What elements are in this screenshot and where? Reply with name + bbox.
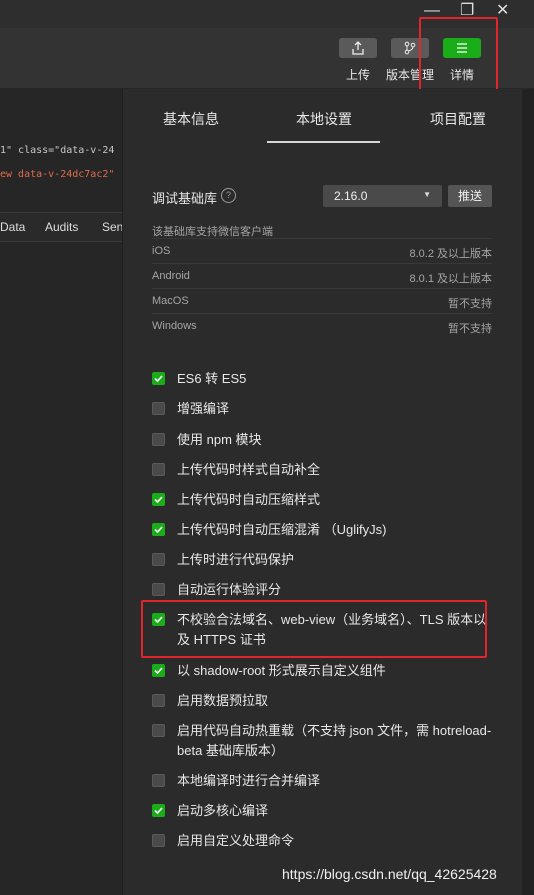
checkbox-checked[interactable]: [152, 804, 165, 817]
checkbox-checked[interactable]: [152, 523, 165, 536]
checkbox-unchecked[interactable]: [152, 583, 165, 596]
checkbox-unchecked[interactable]: [152, 553, 165, 566]
lib-version-select[interactable]: 2.16.0 ▼: [323, 185, 442, 207]
checkbox-unchecked[interactable]: [152, 463, 165, 476]
checkbox-unchecked[interactable]: [152, 402, 165, 415]
support-row: iOS 8.0.2 及以上版本: [152, 238, 492, 264]
devtools-tabs: Data Audits Sen: [0, 212, 123, 242]
upload-label: 上传: [345, 68, 370, 82]
option-label: 本地编译时进行合并编译: [177, 773, 321, 788]
support-version: 暂不支持: [448, 323, 492, 335]
support-title: 该基础库支持微信客户端: [152, 226, 273, 238]
close-icon[interactable]: ✕: [496, 2, 509, 20]
checkbox-unchecked[interactable]: [152, 724, 165, 737]
checkbox-unchecked[interactable]: [152, 774, 165, 787]
settings-panel: 基本信息 本地设置 项目配置 调试基础库 ? 2.16.0 ▼ 推送 该基础库支…: [122, 89, 523, 895]
option-label: 自动运行体验评分: [177, 582, 282, 597]
lib-version-value: 2.16.0: [334, 189, 368, 203]
devtools-tab-sensors[interactable]: Sen: [102, 220, 123, 234]
checkbox-unchecked[interactable]: [152, 433, 165, 446]
highlight-box-domain-check: [141, 600, 487, 658]
option-label: 上传代码时自动压缩样式: [177, 492, 321, 507]
devtools-tab-audits[interactable]: Audits: [45, 220, 78, 234]
option-label: ES6 转 ES5: [177, 371, 247, 386]
chevron-down-icon: ▼: [423, 190, 431, 199]
scrollbar[interactable]: [522, 89, 534, 895]
devtools-panel: 1" class="data-v-24 ew data-v-24dc7ac2" …: [0, 89, 123, 895]
tab-local-settings[interactable]: 本地设置: [296, 109, 352, 129]
checkbox-checked[interactable]: [152, 493, 165, 506]
tab-basic-info[interactable]: 基本信息: [163, 109, 219, 129]
support-version: 8.0.2 及以上版本: [409, 248, 492, 260]
option-label: 启用代码自动热重载（不支持 json 文件，需 hotreload-beta 基…: [177, 723, 492, 758]
support-os: Android: [152, 270, 190, 282]
highlight-box-detail: [419, 17, 498, 96]
code-line: 1" class="data-v-24: [0, 145, 115, 156]
watermark: https://blog.csdn.net/qq_42625428: [282, 866, 497, 882]
option-label: 使用 npm 模块: [177, 432, 262, 447]
support-row: MacOS 暂不支持: [152, 288, 492, 314]
option-label: 上传代码时样式自动补全: [177, 462, 321, 477]
checkbox-unchecked[interactable]: [152, 694, 165, 707]
push-button[interactable]: 推送: [448, 185, 492, 207]
support-row: Windows 暂不支持: [152, 313, 492, 339]
option-label: 以 shadow-root 形式展示自定义组件: [177, 663, 386, 678]
support-os: MacOS: [152, 295, 189, 307]
option-label: 启用自定义处理命令: [177, 833, 295, 848]
option-label: 上传代码时自动压缩混淆 （UglifyJs): [177, 522, 387, 537]
option-label: 启用数据预拉取: [177, 693, 269, 708]
support-os: Windows: [152, 320, 197, 332]
tab-project-config[interactable]: 项目配置: [430, 109, 486, 129]
debug-lib-label: 调试基础库: [152, 191, 218, 206]
option-label: 上传时进行代码保护: [177, 552, 295, 567]
option-label: 启动多核心编译: [177, 803, 269, 818]
help-icon[interactable]: ?: [221, 188, 236, 203]
support-row: Android 8.0.1 及以上版本: [152, 263, 492, 289]
checkbox-checked[interactable]: [152, 664, 165, 677]
support-os: iOS: [152, 245, 171, 257]
checkbox-checked[interactable]: [152, 372, 165, 385]
support-version: 8.0.1 及以上版本: [409, 273, 492, 285]
devtools-tab-data[interactable]: Data: [0, 220, 25, 234]
upload-button[interactable]: 上传: [328, 38, 388, 83]
checkbox-unchecked[interactable]: [152, 834, 165, 847]
upload-icon: [339, 38, 377, 58]
code-line: ew data-v-24dc7ac2": [0, 169, 115, 180]
active-tab-indicator: [267, 141, 380, 143]
option-label: 增强编译: [177, 401, 230, 416]
support-version: 暂不支持: [448, 298, 492, 310]
